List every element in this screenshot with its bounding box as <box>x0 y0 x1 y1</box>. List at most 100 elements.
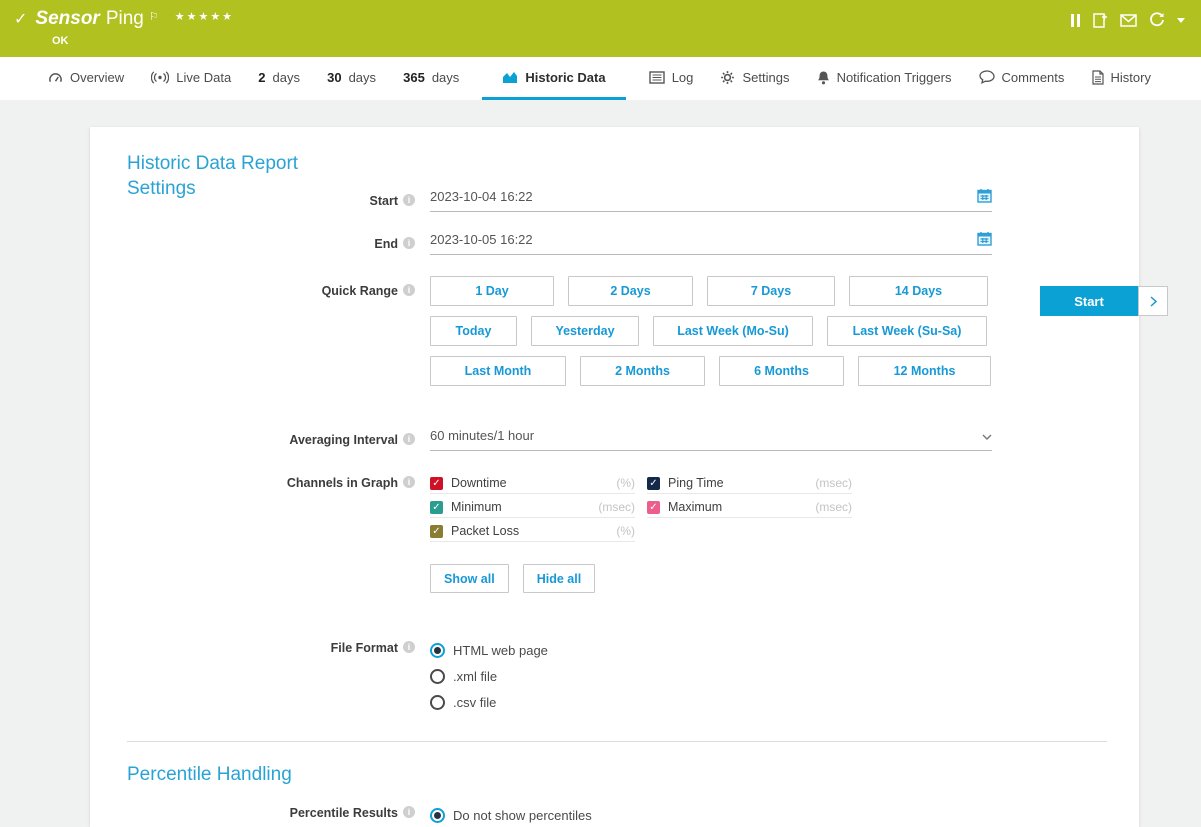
tab-comments[interactable]: Comments <box>975 57 1069 100</box>
averaging-interval-select[interactable]: 60 minutes/1 hour <box>430 421 992 451</box>
percentile-handling-title: Percentile Handling <box>127 764 1107 786</box>
chevron-down-icon <box>982 428 992 443</box>
checkbox-checked-icon: ✓ <box>430 525 443 538</box>
tab-settings[interactable]: Settings <box>716 57 793 100</box>
sensor-tab-bar: Overview Live Data 2 days 30 days 365 da… <box>0 57 1201 100</box>
pause-icon[interactable] <box>1071 14 1080 27</box>
sensor-kind-label: Sensor <box>35 7 99 31</box>
quick-range-6-months-button[interactable]: 6 Months <box>719 356 844 386</box>
list-icon <box>649 71 665 84</box>
end-label: Endi <box>127 229 415 251</box>
gear-icon <box>720 70 735 85</box>
quick-range-yesterday-button[interactable]: Yesterday <box>531 316 639 346</box>
tab-2-days[interactable]: 2 days <box>254 57 304 100</box>
info-icon[interactable]: i <box>403 237 415 249</box>
info-icon[interactable]: i <box>403 284 415 296</box>
tab-label: Notification Triggers <box>837 70 952 85</box>
show-all-button[interactable]: Show all <box>430 564 509 593</box>
percentile-results-label: Percentile Resultsi <box>127 802 415 820</box>
checkbox-checked-icon: ✓ <box>647 477 660 490</box>
menu-caret-icon[interactable] <box>1177 18 1185 23</box>
percentile-do-not-show-option[interactable]: Do not show percentiles <box>430 802 992 827</box>
calendar-icon[interactable] <box>977 188 992 206</box>
quick-range-2-days-button[interactable]: 2 Days <box>568 276 693 306</box>
tab-history[interactable]: History <box>1088 57 1155 100</box>
channel-packet-loss[interactable]: ✓ Packet Loss (%) <box>430 521 635 542</box>
tab-log[interactable]: Log <box>645 57 698 100</box>
radio-selected-icon <box>430 808 445 823</box>
calendar-icon[interactable] <box>977 231 992 249</box>
channel-name: Minimum <box>451 500 598 514</box>
tab-number: 2 <box>258 70 265 85</box>
quick-range-last-week-mo-su-button[interactable]: Last Week (Mo-Su) <box>653 316 813 346</box>
tab-label: days <box>349 70 376 85</box>
broadcast-icon <box>151 71 169 84</box>
channel-unit: (%) <box>616 476 635 490</box>
quick-range-1-day-button[interactable]: 1 Day <box>430 276 554 306</box>
start-button[interactable]: Start <box>1040 286 1138 316</box>
section-divider <box>127 741 1107 742</box>
file-format-xml-option[interactable]: .xml file <box>430 663 992 689</box>
quick-range-label: Quick Rangei <box>127 276 415 298</box>
info-icon[interactable]: i <box>403 476 415 488</box>
historic-data-settings-card: Historic Data Report Settings Starti 202… <box>90 127 1139 827</box>
channel-name: Downtime <box>451 476 616 490</box>
channel-minimum[interactable]: ✓ Minimum (msec) <box>430 497 635 518</box>
email-icon[interactable] <box>1120 14 1137 27</box>
info-icon[interactable]: i <box>403 194 415 206</box>
start-report-group: Start <box>1040 286 1168 316</box>
radio-label: .csv file <box>453 695 496 710</box>
radio-label: .xml file <box>453 669 497 684</box>
tab-number: 365 <box>403 70 425 85</box>
tab-number: 30 <box>327 70 341 85</box>
channel-name: Maximum <box>668 500 815 514</box>
end-date-input[interactable]: 2023-10-05 16:22 <box>430 225 992 255</box>
quick-range-14-days-button[interactable]: 14 Days <box>849 276 988 306</box>
priority-flag-icon[interactable]: ⚐ <box>149 5 159 29</box>
info-icon[interactable]: i <box>403 641 415 653</box>
page-icon <box>1092 70 1104 85</box>
quick-range-2-months-button[interactable]: 2 Months <box>580 356 705 386</box>
quick-range-12-months-button[interactable]: 12 Months <box>858 356 991 386</box>
hide-all-button[interactable]: Hide all <box>523 564 595 593</box>
sensor-status-header: ✓ Sensor Ping ⚐ ★★★★★ OK <box>0 0 1201 57</box>
radio-unselected-icon <box>430 669 445 684</box>
tab-live-data[interactable]: Live Data <box>147 57 235 100</box>
channel-downtime[interactable]: ✓ Downtime (%) <box>430 473 635 494</box>
tab-label: Settings <box>742 70 789 85</box>
priority-stars[interactable]: ★★★★★ <box>175 5 234 29</box>
file-format-html-option[interactable]: HTML web page <box>430 637 992 663</box>
quick-range-last-week-su-sa-button[interactable]: Last Week (Su-Sa) <box>827 316 987 346</box>
checkbox-checked-icon: ✓ <box>430 477 443 490</box>
sensor-name: Ping <box>106 7 144 31</box>
radio-unselected-icon <box>430 695 445 710</box>
channel-unit: (msec) <box>598 500 635 514</box>
radio-label: HTML web page <box>453 643 548 658</box>
file-format-csv-option[interactable]: .csv file <box>430 689 992 715</box>
tab-30-days[interactable]: 30 days <box>323 57 380 100</box>
quick-range-last-month-button[interactable]: Last Month <box>430 356 566 386</box>
channel-ping-time[interactable]: ✓ Ping Time (msec) <box>647 473 852 494</box>
start-date-value: 2023-10-04 16:22 <box>430 189 977 204</box>
area-chart-icon <box>502 70 518 84</box>
tab-label: Live Data <box>176 70 231 85</box>
quick-range-today-button[interactable]: Today <box>430 316 517 346</box>
tab-historic-data[interactable]: Historic Data <box>482 57 625 100</box>
start-more-button[interactable] <box>1138 286 1168 316</box>
tab-notification-triggers[interactable]: Notification Triggers <box>813 57 956 100</box>
tab-label: Overview <box>70 70 124 85</box>
file-format-label: File Formati <box>127 637 415 655</box>
checkbox-checked-icon: ✓ <box>647 501 660 514</box>
tab-overview[interactable]: Overview <box>44 57 128 100</box>
page-content: Historic Data Report Settings Starti 202… <box>0 100 1201 827</box>
tab-label: Log <box>672 70 694 85</box>
quick-range-7-days-button[interactable]: 7 Days <box>707 276 835 306</box>
tab-label: days <box>432 70 459 85</box>
channel-maximum[interactable]: ✓ Maximum (msec) <box>647 497 852 518</box>
tab-365-days[interactable]: 365 days <box>399 57 463 100</box>
report-icon[interactable] <box>1092 12 1108 28</box>
start-date-input[interactable]: 2023-10-04 16:22 <box>430 182 992 212</box>
refresh-icon[interactable] <box>1149 12 1165 28</box>
info-icon[interactable]: i <box>403 433 415 445</box>
info-icon[interactable]: i <box>403 806 415 818</box>
